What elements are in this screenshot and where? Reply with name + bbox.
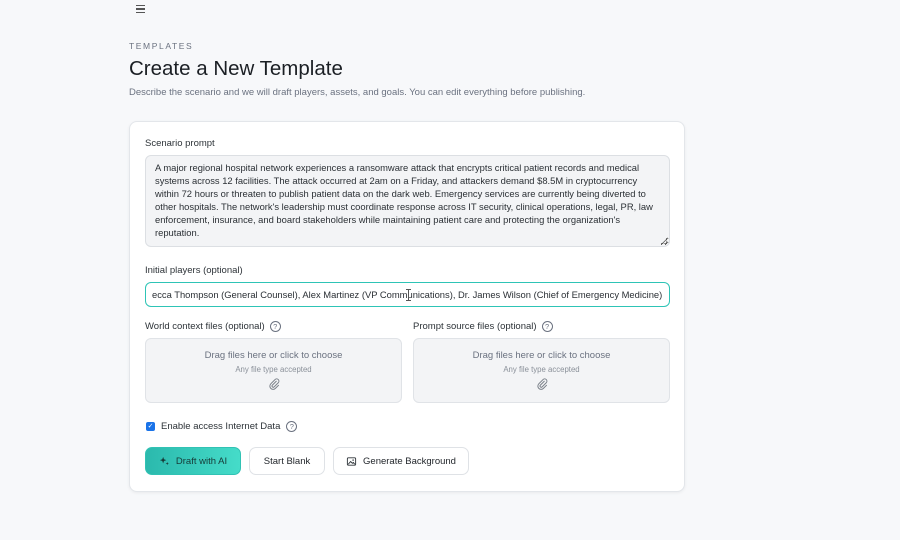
prompt-files-dropzone[interactable]: Drag files here or click to choose Any f… <box>413 338 670 403</box>
paperclip-icon <box>536 378 547 390</box>
help-icon[interactable]: ? <box>269 321 281 332</box>
scenario-label: Scenario prompt <box>145 138 215 149</box>
prompt-files-label: Prompt source files (optional) ? <box>413 321 553 332</box>
draft-with-ai-button[interactable]: Draft with AI <box>145 447 241 475</box>
menu-button[interactable] <box>132 1 150 17</box>
players-label: Initial players (optional) <box>145 265 243 276</box>
image-icon <box>346 456 357 466</box>
internet-access-checkbox[interactable]: ✓ <box>146 422 155 431</box>
hamburger-menu-icon <box>136 5 145 7</box>
start-blank-button[interactable]: Start Blank <box>249 447 325 475</box>
scenario-prompt-textarea[interactable]: A major regional hospital network experi… <box>145 155 670 247</box>
help-icon[interactable]: ? <box>541 321 553 332</box>
sparkles-icon <box>159 456 169 465</box>
section-eyebrow: TEMPLATES <box>129 41 194 51</box>
world-files-dropzone[interactable]: Drag files here or click to choose Any f… <box>145 338 402 403</box>
world-files-label: World context files (optional) ? <box>145 321 281 332</box>
template-form-card: Scenario prompt A major regional hospita… <box>129 121 685 492</box>
page-title: Create a New Template <box>129 57 343 80</box>
paperclip-icon <box>268 378 279 390</box>
internet-access-row: ✓ Enable access Internet Data ? <box>146 421 298 432</box>
ibeam-cursor-icon <box>406 289 411 301</box>
help-icon[interactable]: ? <box>286 421 298 432</box>
resize-handle-icon[interactable] <box>661 238 667 244</box>
page-subtitle: Describe the scenario and we will draft … <box>129 87 586 98</box>
initial-players-input[interactable]: ecca Thompson (General Counsel), Alex Ma… <box>145 282 670 307</box>
generate-background-button[interactable]: Generate Background <box>333 447 469 475</box>
